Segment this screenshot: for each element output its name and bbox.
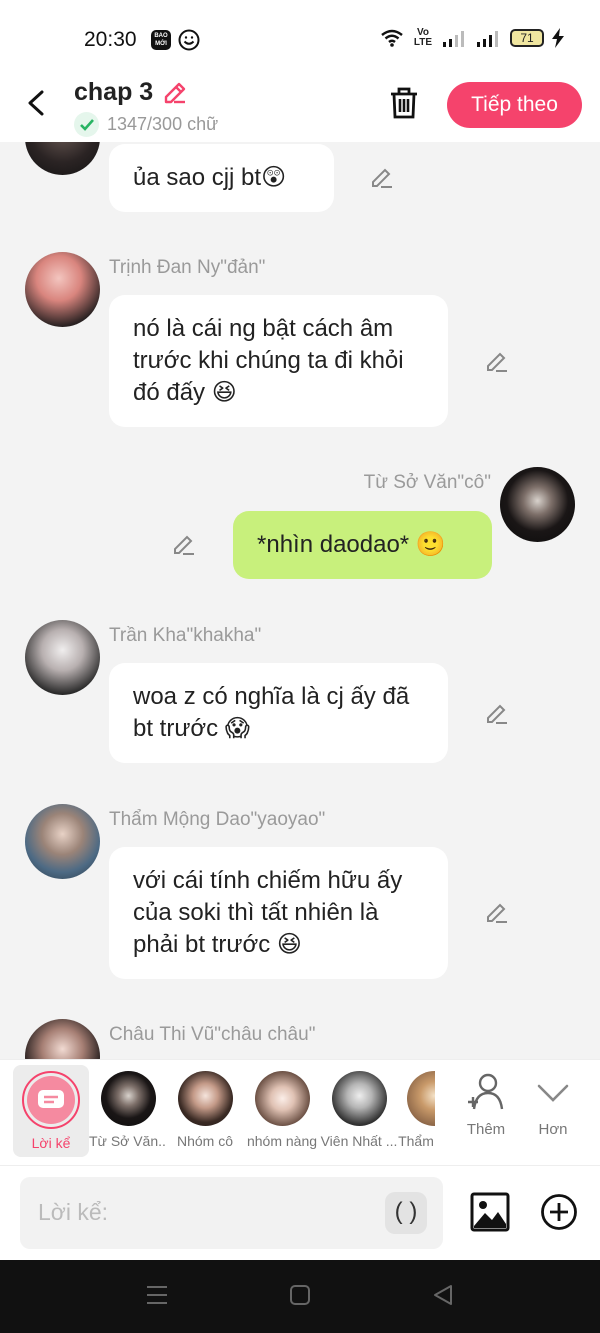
message-text: *nhìn daodao* 🙂 [257, 531, 446, 558]
narrator-label: Lời kể [31, 1135, 71, 1151]
volte-icon: Vo LTE [413, 27, 433, 48]
add-icon[interactable] [540, 1193, 578, 1231]
character-item[interactable]: Nhóm cô [166, 1068, 244, 1149]
edit-icon[interactable] [171, 532, 197, 558]
character-item[interactable]: Từ Sở Văn... [89, 1068, 167, 1149]
message-text: woa z có nghĩa là cj ấy đã bt trước 😱 [133, 683, 410, 742]
signal-icon-2 [477, 31, 498, 47]
narration-icon [27, 1076, 75, 1124]
edit-icon[interactable] [484, 701, 510, 727]
avatar [177, 1071, 233, 1126]
avatar[interactable] [25, 620, 100, 695]
more-button[interactable]: Hơn [523, 1072, 583, 1138]
home-icon[interactable] [289, 1284, 311, 1306]
chapter-header: chap 3 1347/300 chữ Tiếp theo [0, 78, 600, 142]
image-icon[interactable] [470, 1192, 510, 1232]
input-placeholder: Lời kể: [38, 1199, 109, 1225]
page-title: chap 3 [74, 78, 189, 107]
avatar[interactable] [500, 467, 575, 542]
sender-name: Châu Thi Vũ"châu châu" [109, 1024, 316, 1045]
add-person-icon [468, 1073, 504, 1110]
message-bubble[interactable]: ủa sao cjj bt😲 [109, 144, 334, 212]
character-item[interactable]: nhóm nàng [243, 1068, 321, 1149]
avatar[interactable] [25, 252, 100, 327]
signal-icon [443, 31, 464, 47]
edit-icon[interactable] [484, 900, 510, 926]
nav-back-icon[interactable] [432, 1284, 454, 1306]
character-item[interactable]: Thẩm [397, 1068, 435, 1149]
chat-area[interactable]: ủa sao cjj bt😲 Trịnh Đan Ny"đản" nó là c… [0, 142, 600, 1059]
word-count-text: 1347/300 chữ [107, 114, 219, 134]
parenthesis-button[interactable]: ( ) [385, 1192, 427, 1234]
smiley-icon [178, 29, 200, 51]
message-bubble-mine[interactable]: *nhìn daodao* 🙂 [233, 511, 492, 579]
avatar [254, 1071, 310, 1126]
baomoi-icon: BAO MỚI [151, 30, 171, 50]
back-icon[interactable] [24, 90, 50, 116]
charging-icon [552, 28, 564, 48]
battery-icon: 71 [510, 29, 544, 47]
narrator-tab[interactable]: Lời kể [13, 1065, 89, 1157]
status-bar: 20:30 BAO MỚI Vo LTE 71 [0, 0, 600, 78]
sender-name: Từ Sở Văn"cô" [363, 472, 491, 493]
word-count: 1347/300 chữ [74, 112, 218, 137]
avatar [331, 1071, 387, 1126]
menu-icon[interactable] [146, 1284, 168, 1306]
avatar[interactable] [25, 1019, 100, 1059]
next-button[interactable]: Tiếp theo [447, 82, 582, 128]
message-text: nó là cái ng bật cách âm trước khi chúng… [133, 315, 404, 406]
avatar[interactable] [25, 142, 100, 175]
sender-name: Trịnh Đan Ny"đản" [109, 257, 266, 278]
edit-title-icon[interactable] [161, 79, 189, 107]
narration-input[interactable]: Lời kể: ( ) [20, 1177, 443, 1249]
status-time: 20:30 [84, 28, 137, 51]
check-icon [74, 112, 99, 137]
edit-icon[interactable] [369, 165, 395, 191]
message-bubble[interactable]: nó là cái ng bật cách âm trước khi chúng… [109, 295, 448, 427]
trash-icon[interactable] [388, 86, 420, 120]
edit-icon[interactable] [484, 349, 510, 375]
message-text: ủa sao cjj bt😲 [133, 164, 287, 191]
sender-name: Trần Kha"khakha" [109, 625, 262, 646]
avatar [407, 1071, 435, 1126]
chevron-down-icon [537, 1084, 569, 1102]
system-nav-bar [0, 1260, 600, 1333]
add-character-button[interactable]: Thêm [456, 1072, 516, 1138]
message-text: với cái tính chiếm hữu ấy của soki thì t… [133, 867, 403, 958]
composer: Lời kể: ( ) [0, 1165, 600, 1260]
character-item[interactable]: Viên Nhất ... [320, 1068, 398, 1149]
avatar[interactable] [25, 804, 100, 879]
sender-name: Thẩm Mộng Dao"yaoyao" [109, 809, 326, 830]
character-bar: Lời kể Từ Sở Văn... Nhóm cô nhóm nàng Vi… [0, 1059, 600, 1165]
message-bubble[interactable]: woa z có nghĩa là cj ấy đã bt trước 😱 [109, 663, 448, 763]
avatar [100, 1071, 156, 1126]
message-bubble[interactable]: với cái tính chiếm hữu ấy của soki thì t… [109, 847, 448, 979]
wifi-icon [381, 29, 403, 47]
chapter-title: chap 3 [74, 78, 154, 106]
